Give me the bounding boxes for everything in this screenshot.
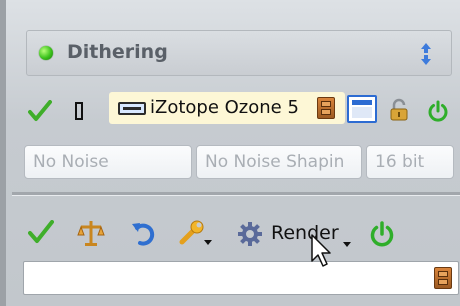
balance-icon[interactable] <box>76 218 106 252</box>
power-icon[interactable] <box>426 99 450 123</box>
section-divider <box>12 192 460 196</box>
plugin-window-icon[interactable] <box>347 95 377 123</box>
plugin-name: iZotope Ozone 5 <box>150 97 299 118</box>
dithering-header[interactable]: Dithering <box>26 30 452 76</box>
plugin-selector[interactable]: iZotope Ozone 5 <box>109 92 345 124</box>
gear-icon[interactable] <box>236 220 264 252</box>
mastering-panel: Dithering iZotope Ozone 5 No Noise No No… <box>0 0 460 306</box>
output-folder-icon[interactable] <box>434 267 452 289</box>
bit-depth-select[interactable]: 16 bit <box>366 145 454 179</box>
browse-folder-icon[interactable] <box>317 97 335 119</box>
enable-check-icon[interactable] <box>28 100 52 122</box>
expand-collapse-icon[interactable] <box>419 41 433 67</box>
noise-select[interactable]: No Noise <box>24 145 192 179</box>
undo-icon[interactable] <box>130 219 158 251</box>
output-path-field[interactable] <box>23 261 459 295</box>
dithering-status-led <box>39 46 53 60</box>
plugin-card-icon <box>118 102 146 115</box>
mouse-cursor-icon <box>310 233 334 273</box>
plugin-row: iZotope Ozone 5 <box>6 92 460 132</box>
output-power-icon[interactable] <box>368 220 396 248</box>
dithering-title: Dithering <box>67 41 168 63</box>
enable-output-check-icon[interactable] <box>28 220 54 248</box>
output-toolbar: Render <box>6 210 460 260</box>
noise-shaping-select[interactable]: No Noise Shapin <box>196 145 362 179</box>
render-dropdown-caret[interactable] <box>343 242 351 247</box>
wrench-dropdown-caret[interactable] <box>204 240 212 245</box>
lock-icon[interactable] <box>388 98 410 126</box>
wrench-icon[interactable] <box>178 218 208 252</box>
bypass-box-icon[interactable] <box>75 102 83 120</box>
